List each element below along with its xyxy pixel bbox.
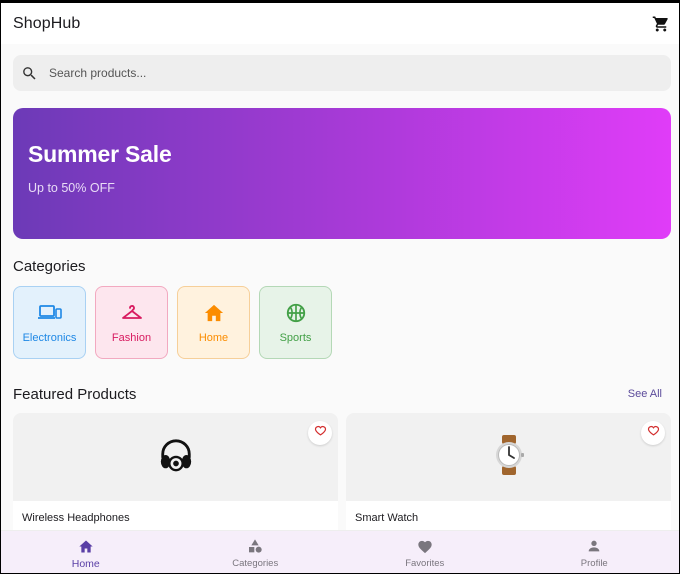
app-frame: ShopHub Summer Sale Up to 50% OFF Catego…	[1, 3, 679, 573]
category-label: Home	[198, 331, 229, 344]
bottom-navigation: Home Categories Favorites Profile	[1, 530, 679, 573]
favorite-button[interactable]	[641, 421, 665, 445]
person-icon	[585, 537, 603, 555]
category-home[interactable]: Home	[177, 286, 250, 359]
see-all-link[interactable]: See All	[628, 388, 662, 400]
banner-subtitle: Up to 50% OFF	[28, 181, 115, 195]
headphones-icon	[157, 437, 195, 478]
product-card[interactable]: Smart Watch	[346, 413, 671, 543]
devices-icon	[37, 302, 62, 324]
nav-label: Categories	[232, 558, 279, 569]
category-label: Sports	[279, 331, 312, 344]
nav-item-favorites[interactable]: Favorites	[340, 531, 510, 573]
product-image	[13, 413, 338, 501]
app-bar: ShopHub	[1, 3, 679, 44]
app-title: ShopHub	[13, 14, 81, 32]
nav-label: Home	[71, 558, 100, 570]
home-icon	[77, 537, 95, 555]
promo-banner[interactable]: Summer Sale Up to 50% OFF	[13, 108, 671, 239]
nav-item-categories[interactable]: Categories	[171, 531, 341, 573]
basketball-icon	[284, 302, 308, 324]
category-sports[interactable]: Sports	[259, 286, 332, 359]
heart-icon	[416, 537, 434, 555]
home-icon	[202, 302, 226, 324]
heart-outline-icon	[647, 424, 660, 442]
favorite-button[interactable]	[308, 421, 332, 445]
nav-label: Profile	[580, 558, 608, 569]
category-label: Electronics	[22, 331, 77, 344]
search-icon	[21, 64, 39, 82]
product-name: Smart Watch	[355, 512, 419, 524]
nav-item-profile[interactable]: Profile	[510, 531, 680, 573]
product-name: Wireless Headphones	[22, 512, 130, 524]
categories-icon	[246, 537, 264, 555]
watch-icon	[492, 434, 526, 480]
cart-icon[interactable]	[651, 14, 671, 34]
hanger-icon	[120, 302, 144, 324]
search-bar[interactable]	[13, 55, 671, 91]
categories-list: Electronics Fashion Home Sports	[13, 286, 332, 359]
featured-heading: Featured Products	[13, 386, 137, 403]
categories-heading: Categories	[13, 258, 86, 275]
heart-outline-icon	[314, 424, 327, 442]
category-electronics[interactable]: Electronics	[13, 286, 86, 359]
search-input[interactable]	[49, 66, 671, 80]
category-label: Fashion	[111, 331, 152, 344]
product-image	[346, 413, 671, 501]
nav-item-home[interactable]: Home	[1, 531, 171, 573]
nav-label: Favorites	[405, 558, 445, 569]
category-fashion[interactable]: Fashion	[95, 286, 168, 359]
product-card[interactable]: Wireless Headphones	[13, 413, 338, 543]
banner-title: Summer Sale	[28, 141, 172, 167]
